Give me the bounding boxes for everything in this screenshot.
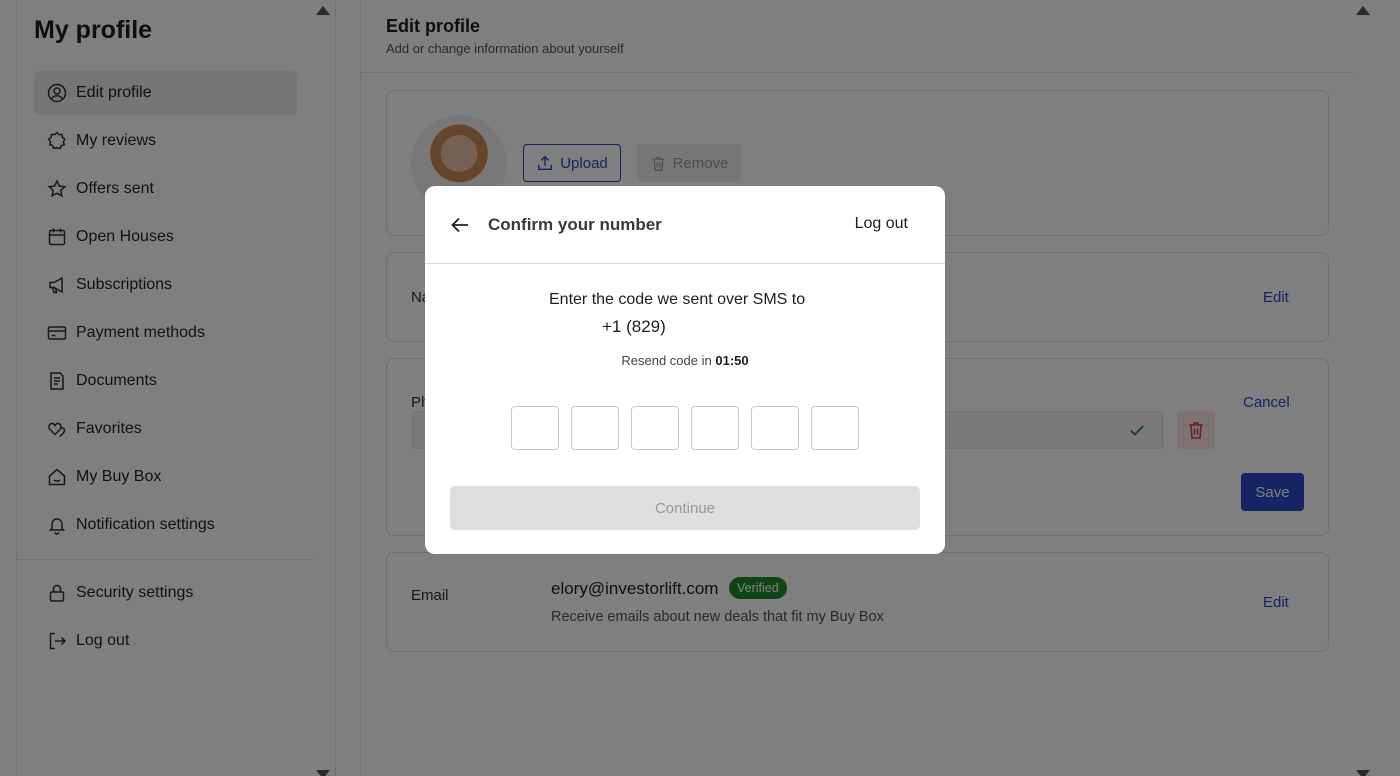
modal-logout-button[interactable]: Log out [855,215,908,233]
resend-timer: 01:50 [715,353,749,368]
back-arrow-icon[interactable] [449,214,471,236]
confirm-number-modal: Confirm your number Log out Enter the co… [425,186,945,554]
code-digit-input[interactable] [571,406,619,450]
continue-button[interactable]: Continue [450,486,920,530]
modal-title: Confirm your number [488,215,662,234]
modal-divider [425,263,945,264]
code-digit-input[interactable] [511,406,559,450]
code-digit-input[interactable] [691,406,739,450]
resend-code-text: Resend code in 01:50 [425,353,945,368]
modal-instruction: Enter the code we sent over SMS to [549,291,806,308]
modal-phone-number: +1 (829) [602,317,666,336]
code-digit-input[interactable] [631,406,679,450]
code-digit-input[interactable] [751,406,799,450]
code-digit-input[interactable] [811,406,859,450]
resend-prefix: Resend code in [621,353,712,368]
